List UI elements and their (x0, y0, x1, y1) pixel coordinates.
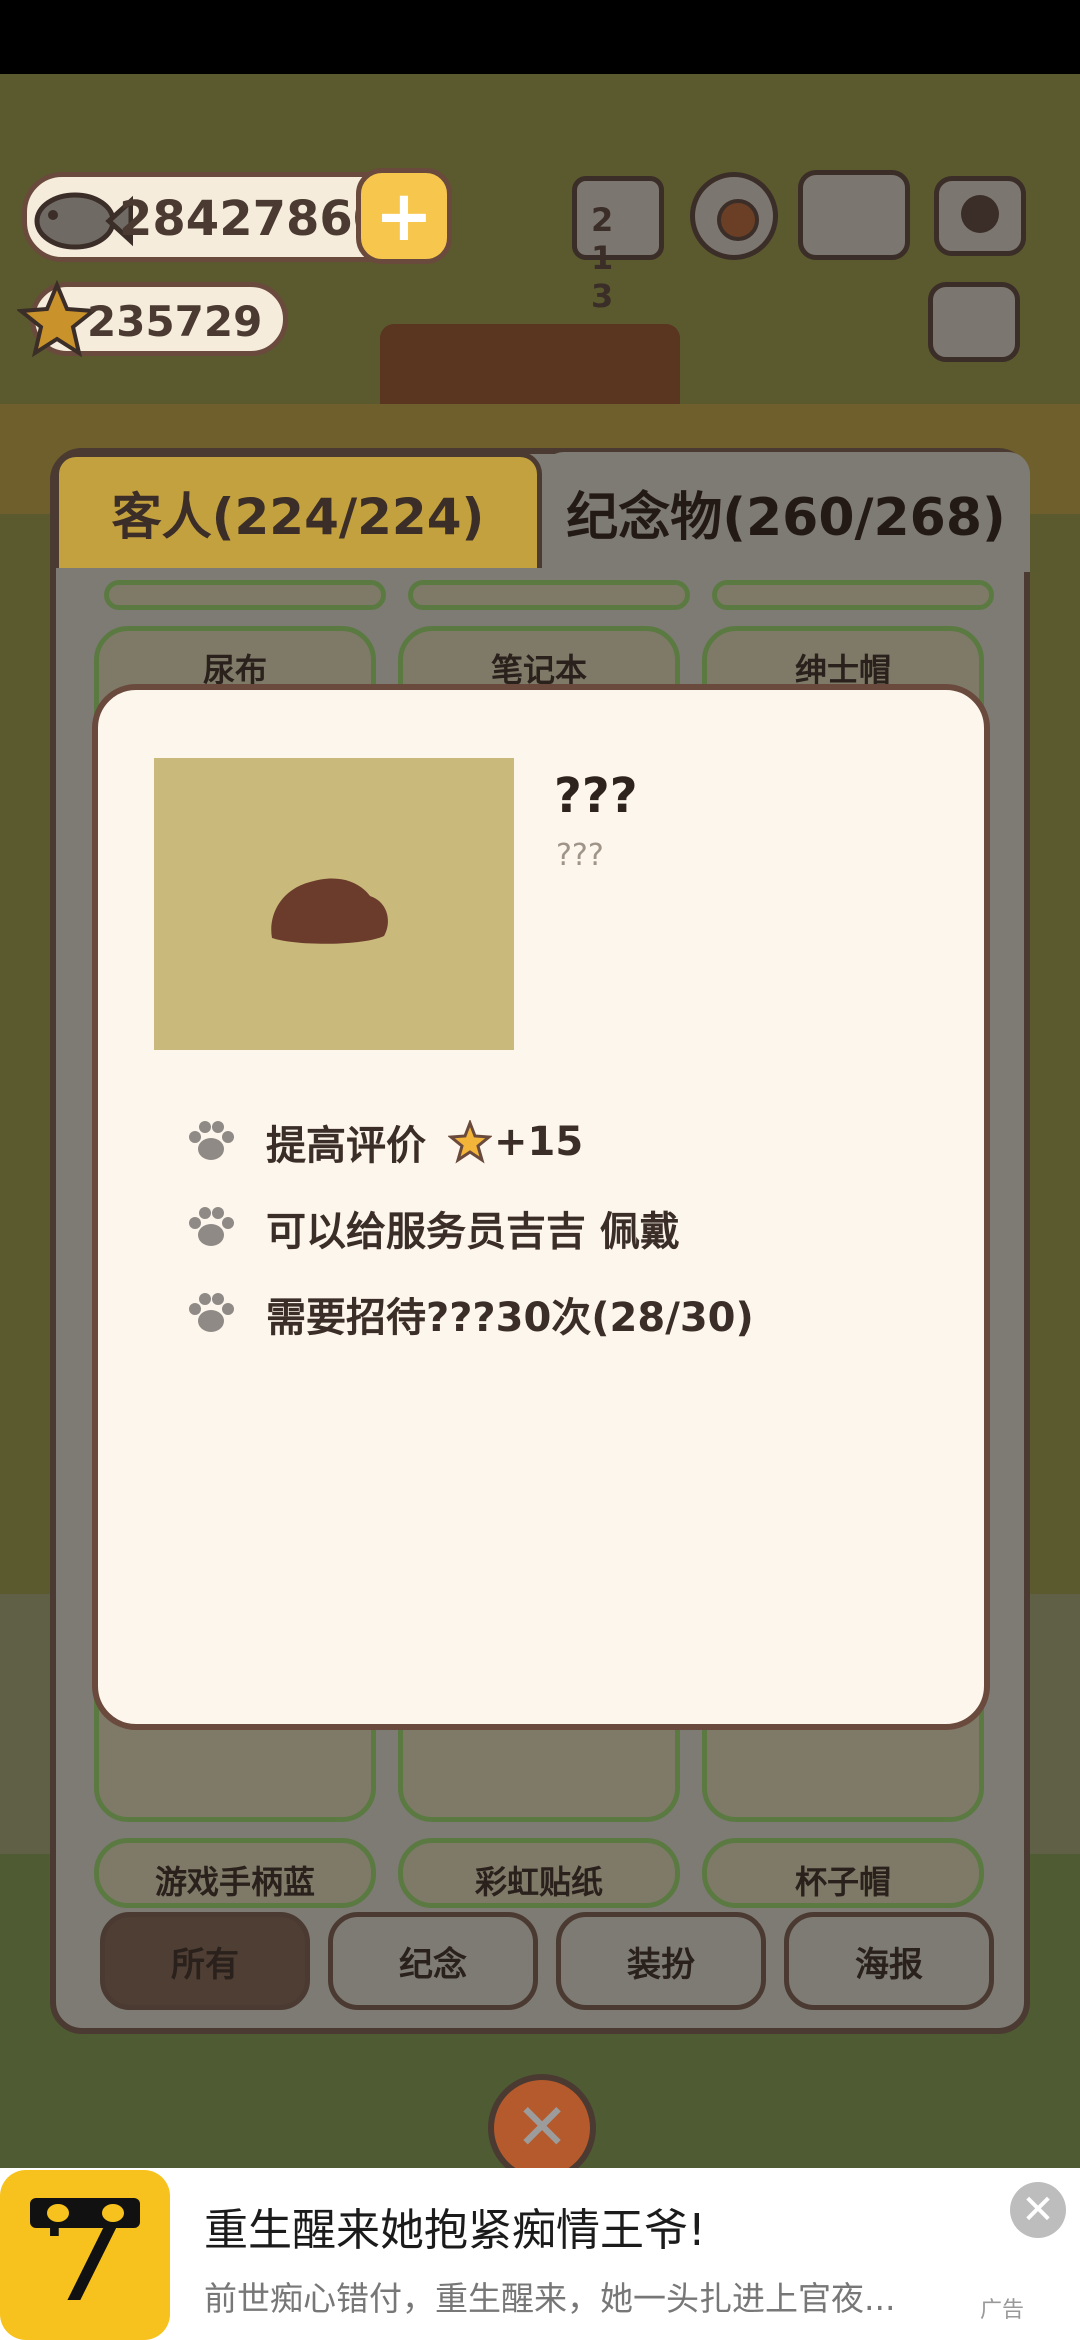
grid-item-label: 彩虹贴纸 (474, 1863, 603, 1901)
wearable-row: 可以给服务员吉吉 佩戴 (186, 1198, 680, 1258)
grid-item-label: 游戏手柄蓝 (154, 1863, 315, 1901)
grid-item-rainbow-sticker[interactable]: 彩虹贴纸 (398, 1838, 680, 1908)
star-currency-pill: 235729 (17, 279, 288, 358)
settings-button[interactable] (690, 172, 778, 260)
filter-label: 纪念 (399, 1944, 467, 1985)
requirement-text: 需要招待???30次(28/30) (266, 1295, 754, 1341)
ad-banner[interactable]: 7 重生醒来她抱紧痴情王爷! 前世痴心错付，重生醒来，她一头扎进上官夜... ✕… (0, 2168, 1080, 2340)
camera-button[interactable] (934, 176, 1026, 256)
grid-item-cup-hat[interactable]: 杯子帽 (702, 1838, 984, 1908)
grid-item[interactable] (104, 580, 386, 610)
filter-label: 海报 (855, 1944, 923, 1985)
tab-guests[interactable]: 客人(224/224) (54, 452, 542, 568)
ranking-button[interactable]: 2 1 3 (572, 176, 664, 315)
ad-description: 前世痴心错付，重生醒来，她一头扎进上官夜... (204, 2279, 896, 2318)
newspaper-button[interactable] (928, 282, 1020, 362)
rating-bonus-text: 提高评价 (266, 1123, 426, 1169)
ad-close-button[interactable]: ✕ (1010, 2182, 1066, 2238)
item-subtitle: ??? (556, 838, 604, 873)
status-bar (0, 0, 1080, 74)
fish-count: 28427860 (119, 191, 387, 247)
grid-item-gamepad-blue[interactable]: 游戏手柄蓝 (94, 1838, 376, 1908)
tab-souvenirs[interactable]: 纪念物(260/268) (542, 452, 1030, 572)
rating-bonus-row: 提高评价 +15 (186, 1112, 583, 1172)
filter-bar: 所有 纪念 装扮 海报 (100, 1912, 1000, 2012)
item-detail-popup[interactable]: ??? ??? 提高评价 +15 可以给服务员吉吉 佩戴 需要招待???30次(… (92, 684, 990, 1730)
tab-souvenirs-label: 纪念物(260/268) (566, 487, 1006, 548)
tab-guests-label: 客人(224/224) (111, 487, 485, 546)
background-shop-roof (380, 324, 680, 404)
wearable-text: 可以给服务员吉吉 佩戴 (266, 1209, 680, 1255)
fish-icon (34, 192, 133, 250)
collection-book-button[interactable] (798, 170, 910, 260)
podium-icon: 2 1 3 (591, 201, 620, 315)
filter-poster-button[interactable]: 海报 (784, 1912, 994, 2010)
plus-icon: + (374, 175, 434, 257)
ad-tag: 广告 (980, 2298, 1025, 2323)
close-icon: ✕ (1021, 2187, 1055, 2233)
star-icon (17, 279, 97, 358)
close-icon: ✕ (515, 2091, 569, 2165)
hat-silhouette-icon (271, 878, 388, 944)
star-icon (448, 1120, 492, 1164)
filter-label: 所有 (171, 1944, 239, 1985)
requirement-row: 需要招待???30次(28/30) (186, 1284, 754, 1344)
grid-item[interactable] (408, 580, 690, 610)
item-image (154, 758, 514, 1050)
logo-eyes-icon (30, 2198, 140, 2228)
ad-title: 重生醒来她抱紧痴情王爷! (204, 2205, 706, 2256)
rating-bonus-value: +15 (494, 1119, 584, 1165)
filter-all-button[interactable]: 所有 (100, 1912, 310, 2010)
paw-icon (189, 1207, 234, 1246)
filter-dressup-button[interactable]: 装扮 (556, 1912, 766, 2010)
item-name: ??? (554, 768, 638, 824)
paw-icon (189, 1293, 234, 1332)
ad-app-logo: 7 (0, 2170, 170, 2340)
grid-item[interactable] (712, 580, 994, 610)
grid-item-label: 杯子帽 (794, 1863, 891, 1901)
filter-label: 装扮 (627, 1944, 695, 1985)
filter-souvenir-button[interactable]: 纪念 (328, 1912, 538, 2010)
close-button[interactable]: ✕ (488, 2074, 596, 2182)
paw-icon (189, 1121, 234, 1160)
star-count: 235729 (87, 297, 263, 346)
add-fish-button[interactable]: + (356, 168, 452, 264)
